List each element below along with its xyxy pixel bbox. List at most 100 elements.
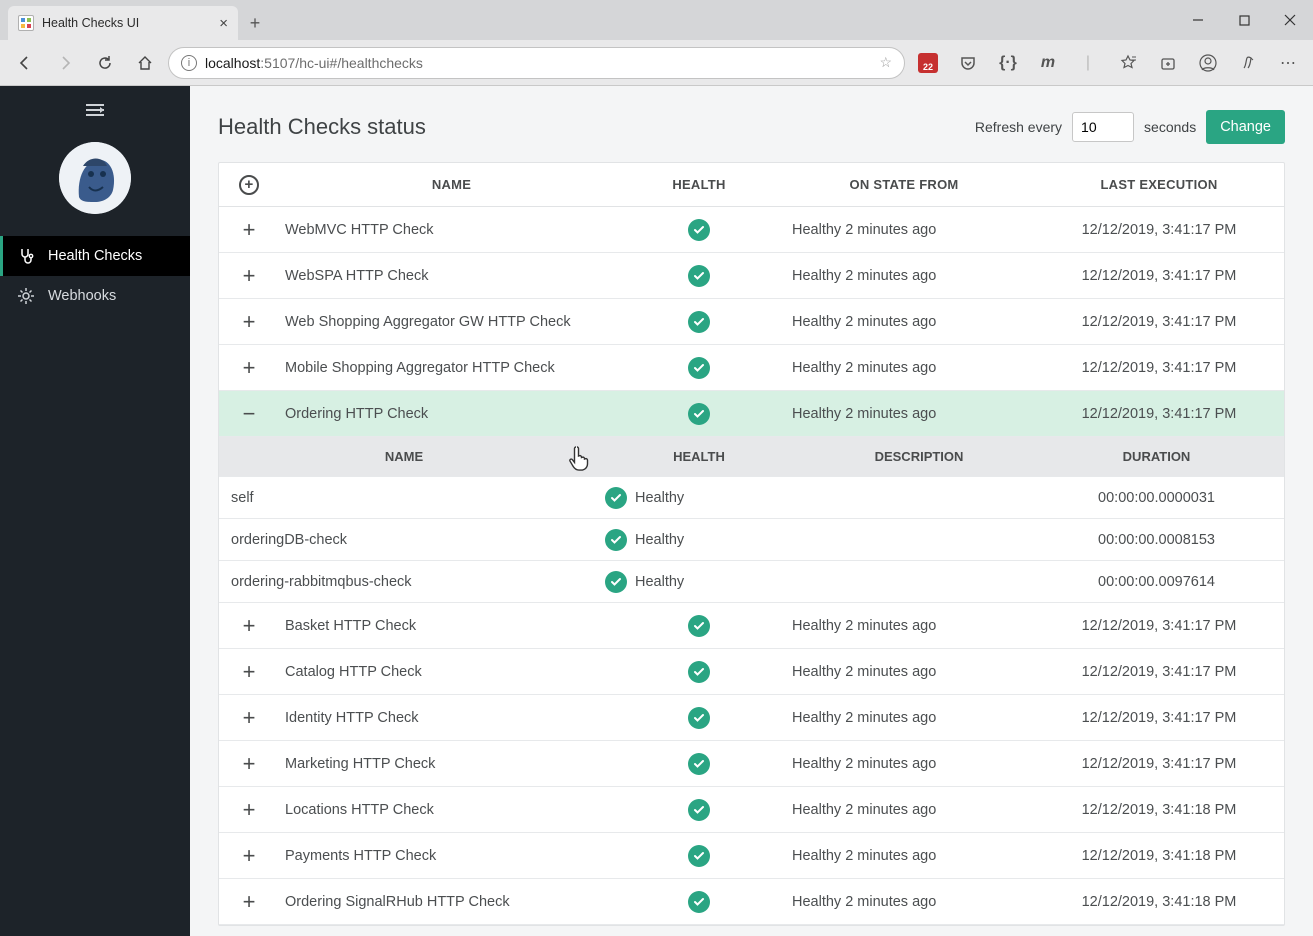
sub-check-name: self — [219, 490, 589, 506]
check-last-exec: 12/12/2019, 3:41:18 PM — [1034, 848, 1284, 864]
table-row[interactable]: +WebMVC HTTP CheckHealthy 2 minutes ago1… — [219, 207, 1284, 253]
expand-all-button[interactable]: + — [219, 175, 279, 195]
favicon-icon — [18, 15, 34, 31]
app-root: Health Checks Webhooks Health Checks sta… — [0, 86, 1313, 936]
favorites-button[interactable] — [1111, 46, 1145, 80]
expand-icon[interactable]: + — [219, 797, 279, 823]
home-button[interactable] — [128, 46, 162, 80]
table-header-row: + NAME HEALTH ON STATE FROM LAST EXECUTI… — [219, 163, 1284, 207]
tab-title: Health Checks UI — [42, 16, 139, 30]
check-last-exec: 12/12/2019, 3:41:17 PM — [1034, 618, 1284, 634]
expand-icon[interactable]: + — [219, 355, 279, 381]
table-row[interactable]: +Web Shopping Aggregator GW HTTP CheckHe… — [219, 299, 1284, 345]
profile-button[interactable] — [1191, 46, 1225, 80]
main-header: Health Checks status Refresh every secon… — [218, 110, 1285, 144]
health-badge-icon — [605, 487, 627, 509]
sidebar-item-label: Health Checks — [48, 248, 142, 264]
check-state: Healthy 2 minutes ago — [774, 314, 1034, 330]
check-health — [624, 403, 774, 425]
sidebar-item-webhooks[interactable]: Webhooks — [0, 276, 190, 316]
avatar-container — [0, 128, 190, 236]
sidebar-item-health-checks[interactable]: Health Checks — [0, 236, 190, 276]
check-state: Healthy 2 minutes ago — [774, 848, 1034, 864]
check-health — [624, 615, 774, 637]
change-button[interactable]: Change — [1206, 110, 1285, 144]
table-row[interactable]: +Mobile Shopping Aggregator HTTP CheckHe… — [219, 345, 1284, 391]
sidebar-toggle-button[interactable] — [0, 92, 190, 128]
col-last-execution: LAST EXECUTION — [1034, 177, 1284, 192]
table-row[interactable]: +Payments HTTP CheckHealthy 2 minutes ag… — [219, 833, 1284, 879]
expand-icon[interactable]: + — [219, 751, 279, 777]
health-badge-icon — [688, 311, 710, 333]
more-menu-button[interactable]: ⋯ — [1271, 46, 1305, 80]
check-state: Healthy 2 minutes ago — [774, 710, 1034, 726]
refresh-interval-input[interactable] — [1072, 112, 1134, 142]
favorite-star-icon[interactable]: ☆ — [879, 54, 892, 71]
sub-col-duration: DURATION — [1029, 449, 1284, 464]
check-health — [624, 265, 774, 287]
health-badge-icon — [688, 403, 710, 425]
check-health — [624, 357, 774, 379]
refresh-controls: Refresh every seconds Change — [975, 110, 1285, 144]
back-button[interactable] — [8, 46, 42, 80]
check-state: Healthy 2 minutes ago — [774, 756, 1034, 772]
refresh-suffix-label: seconds — [1144, 119, 1196, 135]
pocket-extension-icon[interactable] — [951, 46, 985, 80]
check-last-exec: 12/12/2019, 3:41:17 PM — [1034, 222, 1284, 238]
table-row[interactable]: +Locations HTTP CheckHealthy 2 minutes a… — [219, 787, 1284, 833]
check-state: Healthy 2 minutes ago — [774, 360, 1034, 376]
table-row[interactable]: +Marketing HTTP CheckHealthy 2 minutes a… — [219, 741, 1284, 787]
url-bar[interactable]: i localhost:5107/hc-ui#/healthchecks ☆ — [168, 47, 905, 79]
expand-icon[interactable]: + — [219, 613, 279, 639]
health-badge-icon — [688, 891, 710, 913]
table-row[interactable]: −Ordering HTTP CheckHealthy 2 minutes ag… — [219, 391, 1284, 437]
forward-button[interactable] — [48, 46, 82, 80]
sub-check-name: orderingDB-check — [219, 532, 589, 548]
table-row[interactable]: +WebSPA HTTP CheckHealthy 2 minutes ago1… — [219, 253, 1284, 299]
calendar-extension-icon[interactable]: 22 — [911, 46, 945, 80]
health-badge-icon — [688, 265, 710, 287]
m-extension-icon[interactable]: m — [1031, 46, 1065, 80]
table-row[interactable]: +Identity HTTP CheckHealthy 2 minutes ag… — [219, 695, 1284, 741]
check-health — [624, 661, 774, 683]
health-badge-icon — [605, 529, 627, 551]
expand-icon[interactable]: + — [219, 659, 279, 685]
refresh-button[interactable] — [88, 46, 122, 80]
table-row[interactable]: +Catalog HTTP CheckHealthy 2 minutes ago… — [219, 649, 1284, 695]
collections-button[interactable] — [1151, 46, 1185, 80]
main-content[interactable]: Health Checks status Refresh every secon… — [190, 86, 1313, 936]
table-row[interactable]: +Ordering SignalRHub HTTP CheckHealthy 2… — [219, 879, 1284, 925]
expand-icon[interactable]: + — [219, 843, 279, 869]
expand-icon[interactable]: + — [219, 889, 279, 915]
expand-icon[interactable]: + — [219, 217, 279, 243]
check-name: Basket HTTP Check — [279, 618, 624, 634]
expand-icon[interactable]: + — [219, 263, 279, 289]
notes-button[interactable] — [1231, 46, 1265, 80]
page-title: Health Checks status — [218, 114, 426, 140]
collapse-icon[interactable]: − — [219, 401, 279, 427]
health-badge-icon — [688, 357, 710, 379]
browser-tab[interactable]: Health Checks UI × — [8, 6, 238, 40]
braces-extension-icon[interactable]: {·} — [991, 46, 1025, 80]
sub-check-duration: 00:00:00.0008153 — [1029, 532, 1284, 548]
health-badge-icon — [688, 615, 710, 637]
health-badge-icon — [688, 845, 710, 867]
check-state: Healthy 2 minutes ago — [774, 268, 1034, 284]
check-state: Healthy 2 minutes ago — [774, 894, 1034, 910]
avatar — [59, 142, 131, 214]
check-last-exec: 12/12/2019, 3:41:17 PM — [1034, 360, 1284, 376]
maximize-button[interactable] — [1221, 0, 1267, 40]
check-health — [624, 753, 774, 775]
minimize-button[interactable] — [1175, 0, 1221, 40]
close-tab-button[interactable]: × — [219, 15, 228, 32]
health-checks-table: + NAME HEALTH ON STATE FROM LAST EXECUTI… — [218, 162, 1285, 926]
health-badge-icon — [688, 219, 710, 241]
site-info-icon[interactable]: i — [181, 55, 197, 71]
table-row[interactable]: +Basket HTTP CheckHealthy 2 minutes ago1… — [219, 603, 1284, 649]
expand-icon[interactable]: + — [219, 705, 279, 731]
check-last-exec: 12/12/2019, 3:41:17 PM — [1034, 664, 1284, 680]
new-tab-button[interactable]: + — [240, 8, 270, 38]
close-window-button[interactable] — [1267, 0, 1313, 40]
expand-icon[interactable]: + — [219, 309, 279, 335]
sub-col-health: HEALTH — [589, 449, 809, 464]
